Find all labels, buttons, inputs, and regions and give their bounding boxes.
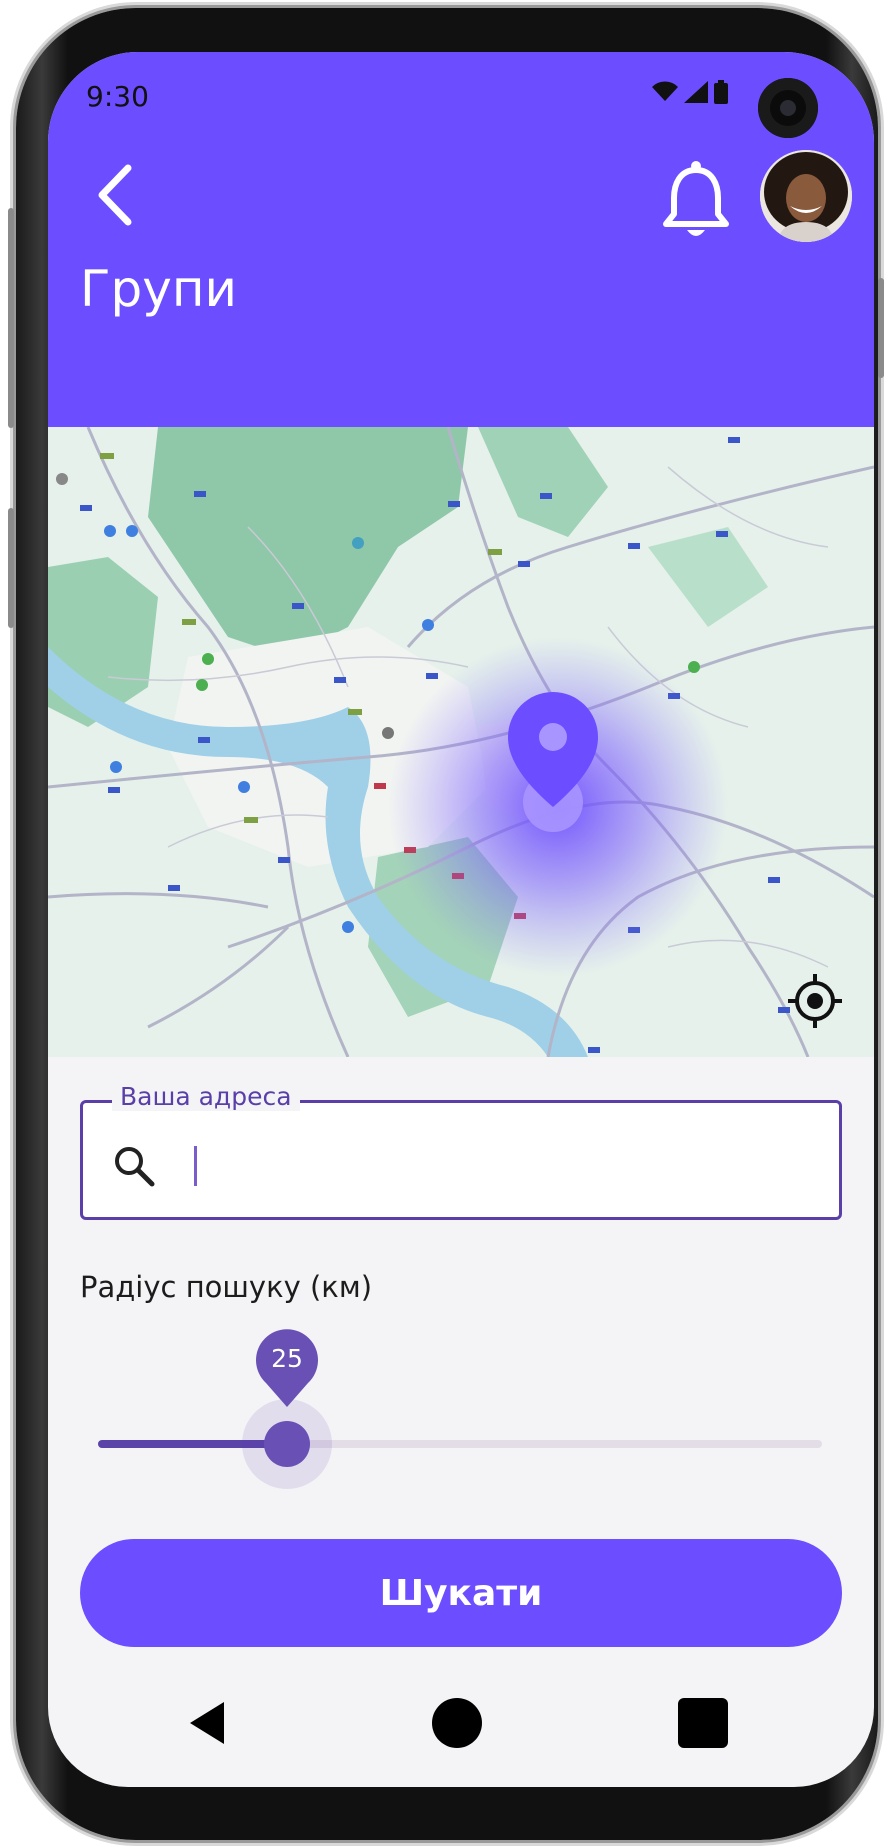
address-input[interactable]: [198, 1132, 822, 1194]
phone-side-button: [8, 508, 14, 628]
battery-icon: [714, 80, 728, 104]
status-time: 9:30: [86, 80, 149, 113]
user-avatar-image: [760, 150, 852, 242]
bell-icon[interactable]: [660, 160, 732, 244]
crosshair-icon[interactable]: [786, 972, 844, 1030]
front-camera: [758, 78, 818, 138]
phone-frame: 9:30 Групи Ваша адреса Радіус пошуку (км…: [8, 8, 884, 1840]
magnifier-icon: [115, 1147, 155, 1187]
nav-back-icon[interactable]: [188, 1700, 228, 1746]
address-field-label: Ваша адреса: [112, 1082, 300, 1111]
phone-side-button: [8, 208, 14, 428]
radius-label: Радіус пошуку (км): [80, 1270, 373, 1304]
map-view[interactable]: [48, 427, 874, 1057]
text-caret: [194, 1146, 197, 1186]
app-screen: 9:30 Групи Ваша адреса Радіус пошуку (км…: [48, 52, 874, 1787]
chevron-left-icon[interactable]: [84, 160, 144, 230]
nav-home-icon[interactable]: [432, 1698, 482, 1748]
search-button[interactable]: Шукати: [80, 1539, 842, 1647]
app-header: 9:30 Групи: [48, 52, 874, 427]
avatar[interactable]: [760, 150, 852, 242]
signal-icon: [684, 81, 708, 103]
radius-value: 25: [271, 1344, 303, 1373]
page-title: Групи: [80, 260, 238, 318]
phone-side-button: [878, 278, 884, 378]
system-nav-bar: [48, 1670, 874, 1787]
nav-recents-icon[interactable]: [678, 1698, 728, 1748]
status-icons: [652, 80, 728, 104]
radius-slider-thumb[interactable]: [264, 1421, 310, 1467]
wifi-icon: [652, 81, 678, 101]
map-canvas: [48, 427, 874, 1057]
